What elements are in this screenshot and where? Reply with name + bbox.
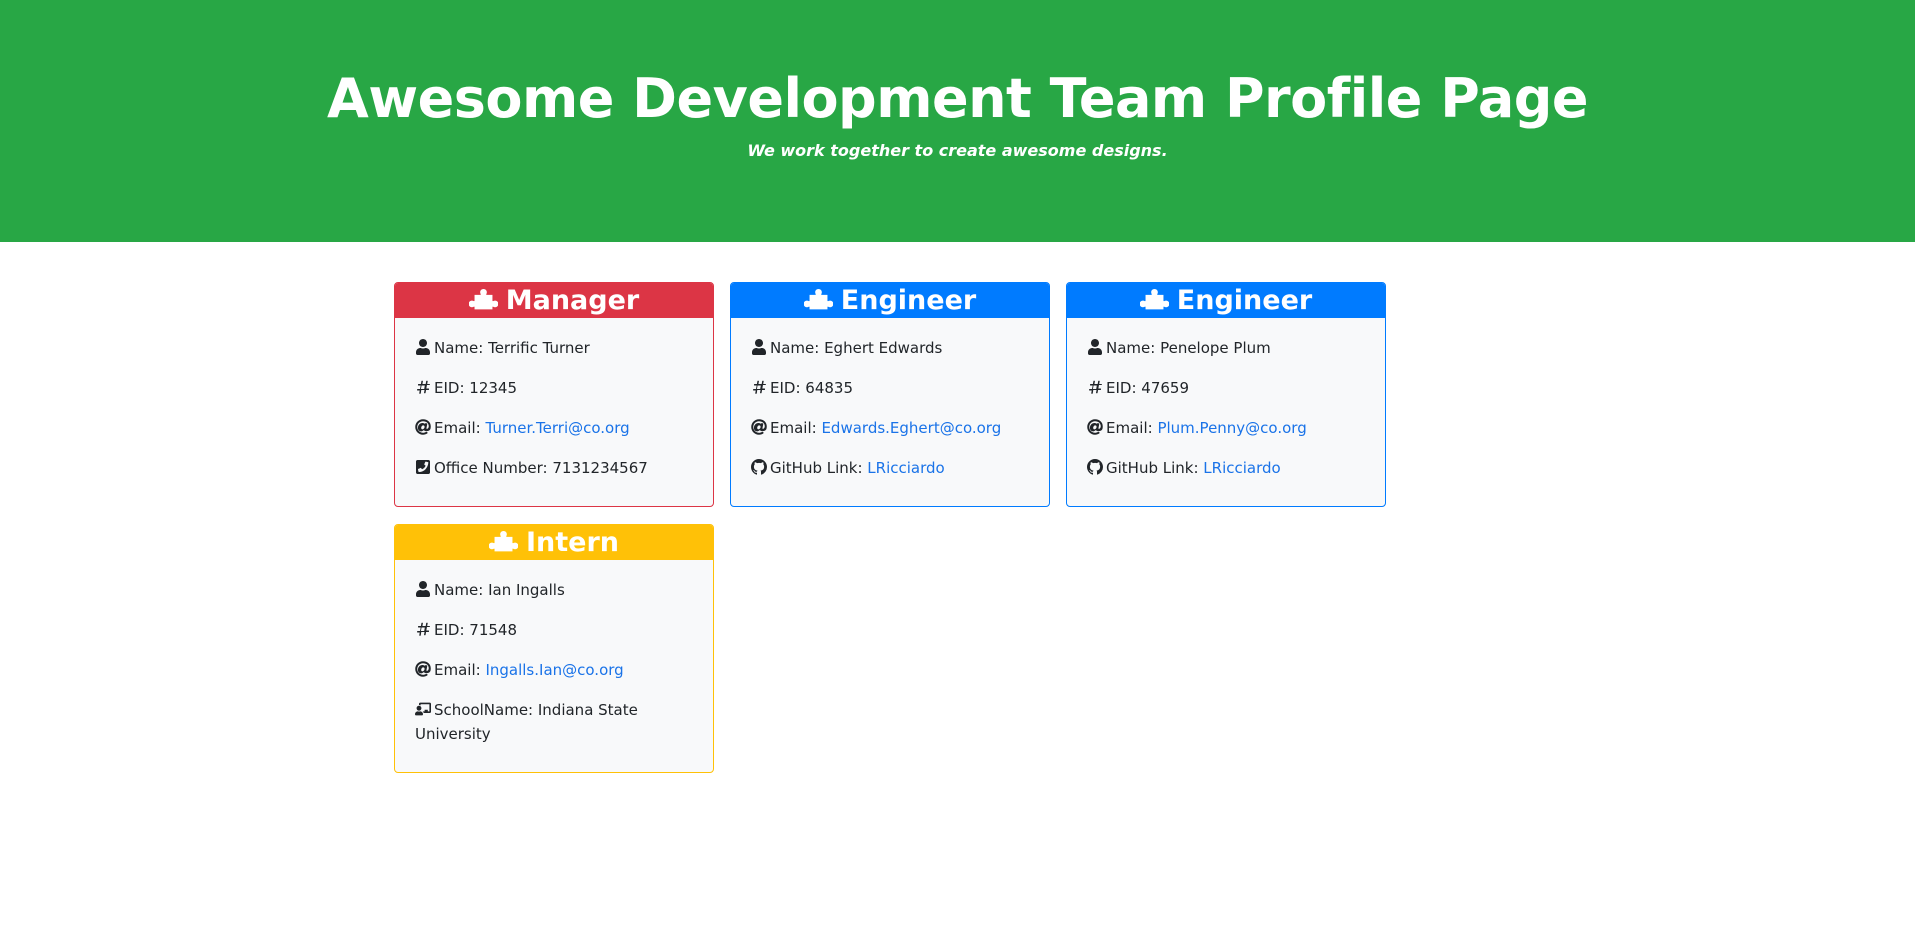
name-value: Terrific Turner — [488, 339, 590, 357]
email-link[interactable]: Turner.Terri@co.org — [485, 419, 629, 437]
github-icon — [751, 458, 767, 475]
card-eid-row: EID: 47659 — [1087, 376, 1365, 400]
employee-card-engineer: Engineer Name: Eghert Edwards EID: 64835… — [730, 282, 1050, 507]
at-icon — [415, 660, 431, 677]
email-label: Email: — [770, 419, 822, 437]
employee-card-intern: Intern Name: Ian Ingalls EID: 71548 Emai… — [394, 524, 714, 773]
name-label: Name: — [434, 339, 489, 357]
eid-label: EID: — [434, 379, 470, 397]
card-office-row: Office Number: 7131234567 — [415, 456, 693, 480]
card-role: Intern — [525, 527, 620, 558]
card-name-row: Name: Eghert Edwards — [751, 336, 1029, 360]
eid-label: EID: — [1106, 379, 1142, 397]
github-link[interactable]: LRicciardo — [1203, 459, 1280, 477]
name-label: Name: — [770, 339, 825, 357]
employee-card-manager: Manager Name: Terrific Turner EID: 12345… — [394, 282, 714, 507]
card-role: Manager — [505, 285, 640, 316]
email-link[interactable]: Ingalls.Ian@co.org — [485, 661, 623, 679]
name-label: Name: — [1106, 339, 1161, 357]
eid-value: 64835 — [805, 379, 853, 397]
name-value: Ian Ingalls — [488, 581, 565, 599]
user-icon — [751, 338, 767, 355]
card-email-row: Email: Turner.Terri@co.org — [415, 416, 693, 440]
card-role: Engineer — [1176, 285, 1313, 316]
user-icon — [415, 580, 431, 597]
puzzle-piece-icon — [1139, 283, 1170, 320]
user-icon — [1087, 338, 1103, 355]
card-name-row: Name: Penelope Plum — [1087, 336, 1365, 360]
office-value: 7131234567 — [552, 459, 648, 477]
school-label: SchoolName: — [434, 701, 538, 719]
puzzle-piece-icon — [468, 283, 499, 320]
card-email-row: Email: Edwards.Eghert@co.org — [751, 416, 1029, 440]
at-icon — [1087, 418, 1103, 435]
card-eid-row: EID: 64835 — [751, 376, 1029, 400]
card-github-row: GitHub Link: LRicciardo — [751, 456, 1029, 480]
card-name-row: Name: Terrific Turner — [415, 336, 693, 360]
puzzle-piece-icon — [803, 283, 834, 320]
card-header: Manager — [395, 283, 713, 318]
phone-square-icon — [415, 458, 431, 474]
github-link[interactable]: LRicciardo — [867, 459, 944, 477]
name-value: Eghert Edwards — [824, 339, 943, 357]
github-icon — [1087, 458, 1103, 475]
page-tagline: We work together to create awesome desig… — [747, 141, 1168, 160]
header-banner: Awesome Development Team Profile Page We… — [0, 0, 1915, 242]
name-value: Penelope Plum — [1160, 339, 1271, 357]
name-label: Name: — [434, 581, 489, 599]
hashtag-icon — [415, 378, 431, 394]
card-github-row: GitHub Link: LRicciardo — [1087, 456, 1365, 480]
at-icon — [751, 418, 767, 435]
email-label: Email: — [1106, 419, 1158, 437]
puzzle-piece-icon — [488, 525, 519, 562]
at-icon — [415, 418, 431, 435]
user-icon — [415, 338, 431, 355]
eid-value: 47659 — [1141, 379, 1189, 397]
card-email-row: Email: Ingalls.Ian@co.org — [415, 658, 693, 682]
eid-value: 71548 — [469, 621, 517, 639]
employee-card-engineer: Engineer Name: Penelope Plum EID: 47659 … — [1066, 282, 1386, 507]
email-label: Email: — [434, 661, 486, 679]
card-header: Engineer — [731, 283, 1049, 318]
email-label: Email: — [434, 419, 486, 437]
eid-label: EID: — [770, 379, 806, 397]
eid-value: 12345 — [469, 379, 517, 397]
card-eid-row: EID: 71548 — [415, 618, 693, 642]
eid-label: EID: — [434, 621, 470, 639]
card-school-row: SchoolName: Indiana State University — [414, 698, 693, 746]
card-role: Engineer — [840, 285, 977, 316]
card-header: Engineer — [1067, 283, 1385, 318]
hashtag-icon — [415, 620, 431, 636]
card-eid-row: EID: 12345 — [415, 376, 693, 400]
hashtag-icon — [751, 378, 767, 394]
email-link[interactable]: Edwards.Eghert@co.org — [821, 419, 1001, 437]
email-link[interactable]: Plum.Penny@co.org — [1157, 419, 1306, 437]
card-name-row: Name: Ian Ingalls — [415, 578, 693, 602]
team-cards: Manager Name: Terrific Turner EID: 12345… — [394, 282, 1404, 773]
github-label: GitHub Link: — [770, 459, 868, 477]
hashtag-icon — [1087, 378, 1103, 394]
chalkboard-teacher-icon — [414, 700, 431, 716]
github-label: GitHub Link: — [1106, 459, 1204, 477]
card-email-row: Email: Plum.Penny@co.org — [1087, 416, 1365, 440]
page-title: Awesome Development Team Profile Page — [326, 67, 1589, 130]
office-label: Office Number: — [434, 459, 553, 477]
card-header: Intern — [395, 525, 713, 560]
